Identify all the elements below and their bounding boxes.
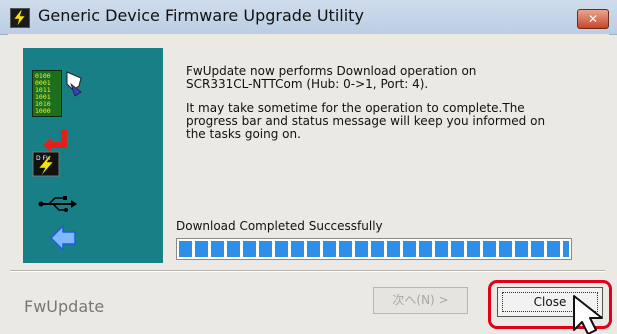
window-close-button[interactable]: ✕ (577, 9, 609, 29)
hand-pointer-icon (66, 71, 82, 97)
back-arrow-icon (49, 224, 76, 252)
message-line-5: the tasks going on. (186, 127, 301, 141)
usb-icon (38, 196, 77, 212)
progress-fill (179, 241, 569, 257)
dialog-window: Generic Device Firmware Upgrade Utility … (0, 0, 617, 334)
next-button[interactable]: 次へ(N) > (373, 287, 468, 314)
footer-app-label: FwUpdate (24, 297, 105, 316)
status-message: Download Completed Successfully (176, 219, 383, 233)
binary-data-icon: 0100 0001 1011 1001 1010 1000 (32, 70, 62, 117)
binary-row: 1000 (35, 107, 51, 115)
window-title: Generic Device Firmware Upgrade Utility (38, 6, 364, 25)
red-arrow-icon (43, 130, 67, 152)
mouse-cursor-icon (573, 295, 603, 334)
app-lightning-icon (10, 8, 30, 28)
message-line-2: SCR331CL-NTTCom (Hub: 0->1, Port: 4). (186, 77, 429, 91)
title-bar[interactable]: Generic Device Firmware Upgrade Utility … (0, 0, 617, 35)
progress-bar (176, 238, 572, 260)
side-panel: 0100 0001 1011 1001 1010 1000 D FU (23, 48, 163, 263)
footer-divider (10, 270, 605, 272)
dfu-chip-icon: D FU (32, 151, 60, 177)
svg-text:010000011011100110101000: 0100 0001 1011 1001 1010 1000 (35, 72, 51, 115)
